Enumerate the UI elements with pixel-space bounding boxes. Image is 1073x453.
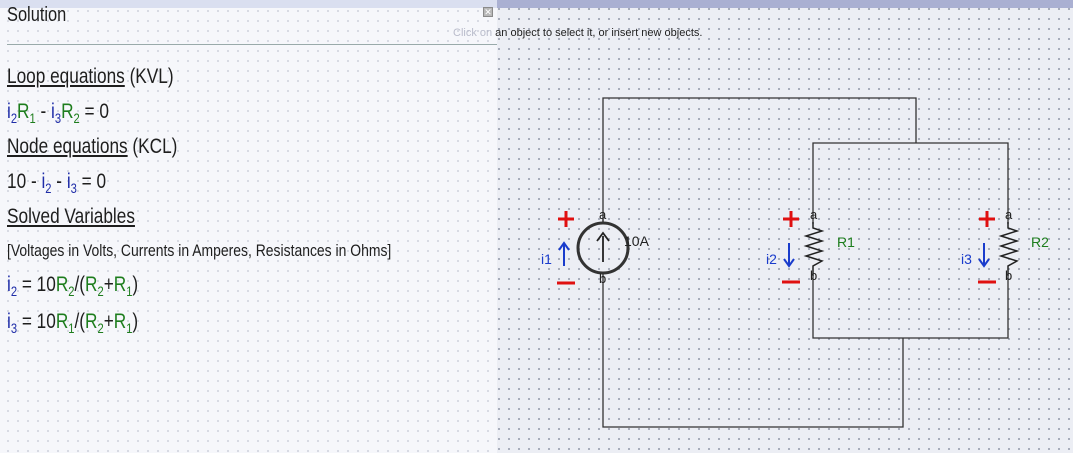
loop-heading-link: Loop equations [7, 65, 125, 88]
close-icon[interactable]: ✕ [483, 7, 493, 17]
node-equations-heading: Node equations (KCL) [7, 135, 177, 159]
loop-heading-suffix: (KVL) [124, 65, 174, 88]
solved-variables-heading: Solved Variables [7, 205, 135, 229]
source-current-arrow-icon [558, 241, 570, 266]
solution-i2: i2 = 10R2/(R2+R1) [7, 273, 139, 299]
source-terminal-a: a [599, 207, 607, 222]
panel-divider [7, 44, 497, 45]
source-terminal-b: b [599, 271, 606, 286]
r1-current-label: i2 [766, 251, 777, 267]
source-current-label: i1 [541, 251, 552, 267]
solution-panel: Solution ✕ Loop equations (KVL) i2R1 - i… [0, 0, 497, 453]
panel-title: Solution [7, 4, 67, 26]
status-hint-faded: Click on [453, 27, 493, 39]
r1-current-arrow-icon [783, 243, 795, 268]
wire-inner-top [812, 142, 1009, 224]
node-heading-suffix: (KCL) [127, 135, 178, 158]
units-note: [Voltages in Volts, Currents in Amperes,… [7, 241, 392, 260]
r2-current-label: i3 [961, 251, 972, 267]
r1-label: R1 [837, 234, 855, 250]
kvl-equation: i2R1 - i3R2 = 0 [7, 100, 109, 126]
solution-i3: i3 = 10R1/(R2+R1) [7, 310, 139, 336]
r2-label: R2 [1031, 234, 1049, 250]
wire-outer-top [602, 97, 917, 224]
r2-current-arrow-icon [978, 243, 990, 268]
panel-top-strip [0, 0, 497, 8]
wire-outer-bottom [602, 276, 904, 428]
kcl-equation: 10 - i2 - i3 = 0 [7, 170, 107, 196]
status-hint: Click on an object to select it, or inse… [453, 27, 702, 39]
r1-polarity [782, 211, 800, 284]
r2-terminal-a: a [1005, 207, 1013, 222]
wire-inner-bottom [812, 276, 1009, 339]
r2-polarity [978, 211, 996, 284]
r1-terminal-a: a [810, 207, 818, 222]
solved-heading-link: Solved Variables [7, 205, 135, 228]
node-heading-link: Node equations [7, 135, 128, 158]
wires[interactable] [602, 97, 1009, 428]
r2-terminal-b: b [1005, 268, 1012, 283]
loop-equations-heading: Loop equations (KVL) [7, 65, 174, 89]
status-hint-text: an object to select it, or insert new ob… [492, 27, 703, 39]
source-value-label: 10A [624, 233, 650, 249]
current-source[interactable] [576, 218, 630, 278]
r1-terminal-b: b [810, 268, 817, 283]
